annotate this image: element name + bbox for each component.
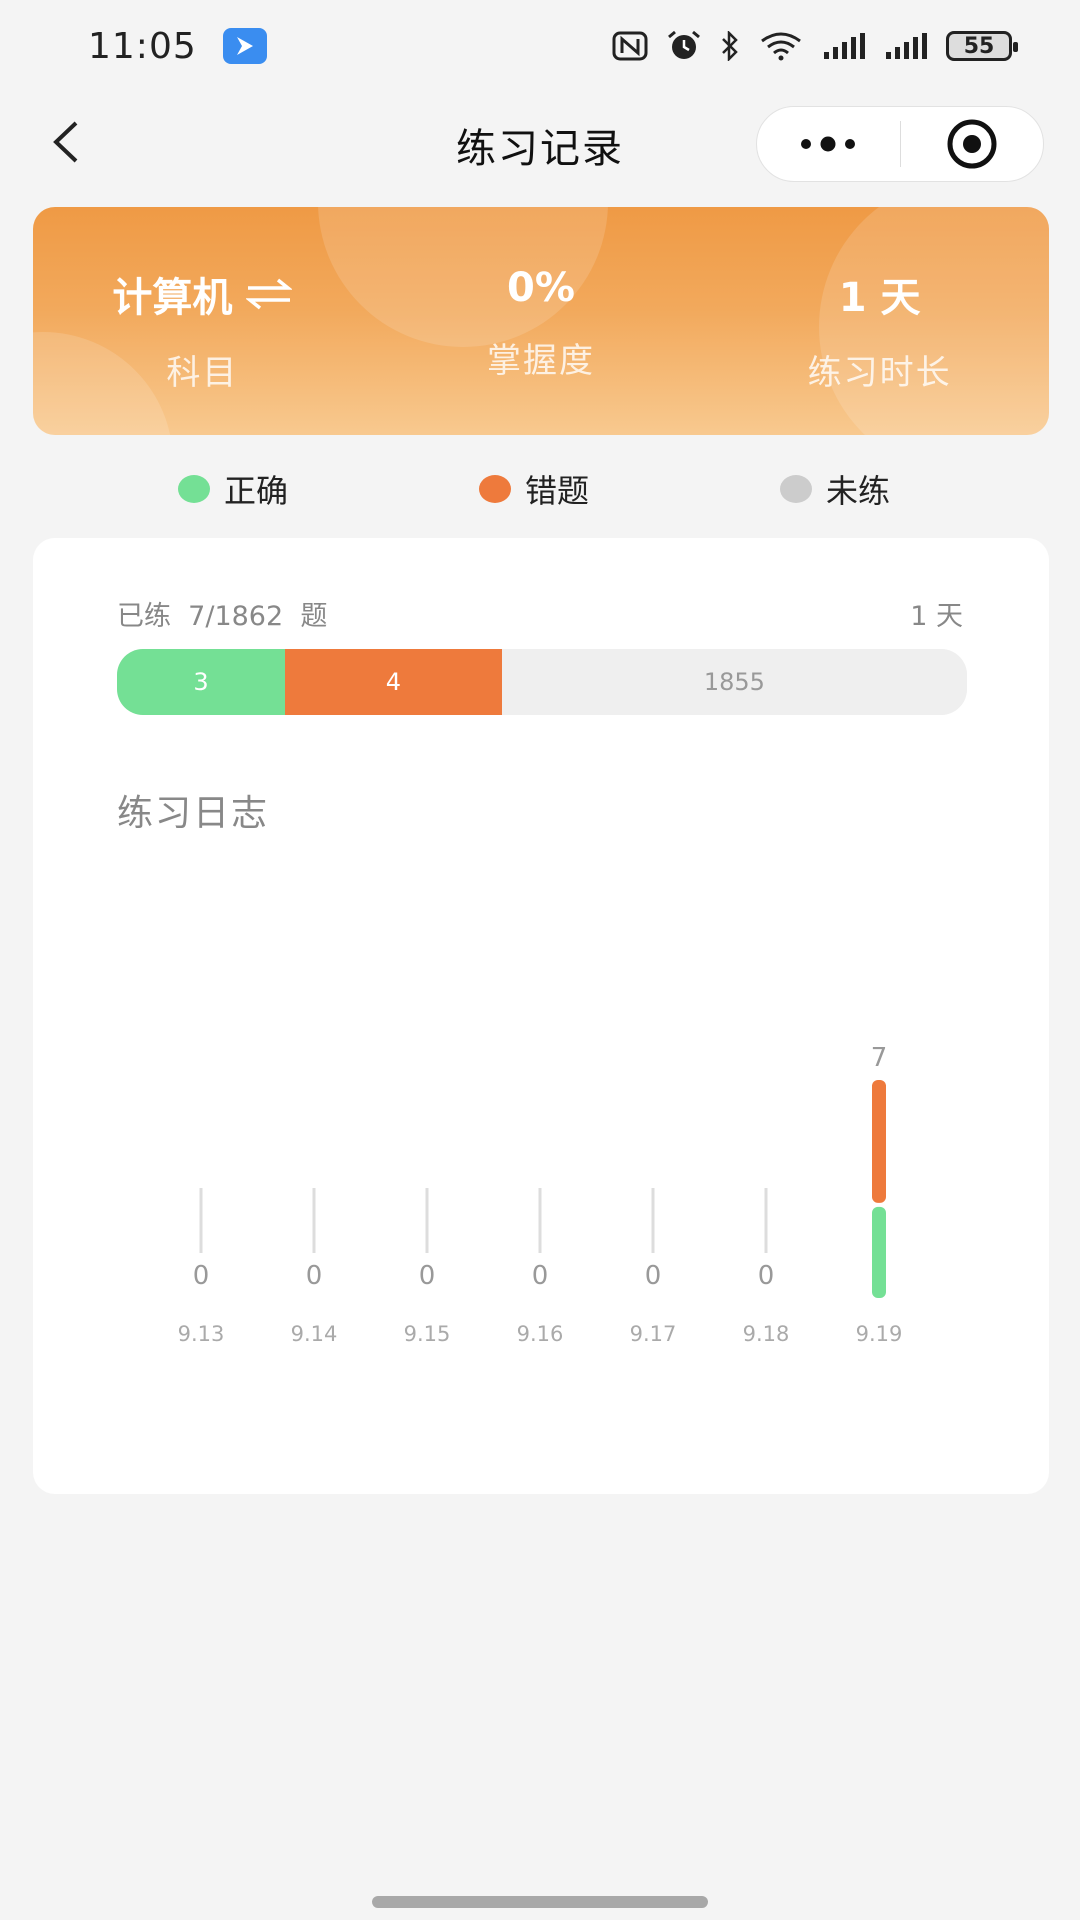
subject-label: 科目	[166, 353, 239, 393]
chart-value-label: 0	[758, 1261, 775, 1291]
subject-value: 计算机	[112, 275, 233, 321]
legend-dot-wrong	[479, 475, 511, 503]
status-time: 11:05	[88, 25, 197, 67]
chart-value-label: 0	[193, 1261, 210, 1291]
legend-wrong: 错题	[479, 466, 589, 512]
legend-label-wrong: 错题	[525, 472, 590, 510]
battery-icon: 55	[946, 31, 1018, 61]
swap-arrows-icon[interactable]	[246, 277, 293, 311]
legend-dot-correct	[178, 475, 210, 503]
more-dots-icon	[801, 136, 856, 152]
chart-value-label: 0	[645, 1261, 662, 1291]
chart-category-label: 9.19	[856, 1322, 903, 1346]
signal-icon	[884, 32, 928, 60]
bluetooth-icon	[720, 31, 740, 61]
mastery-stat: 0% 掌握度	[372, 207, 711, 435]
page-title: 练习记录	[456, 125, 624, 172]
chart-value-label: 0	[419, 1261, 436, 1291]
nav-bar: 练习记录	[0, 92, 1080, 197]
nfc-icon	[612, 31, 648, 61]
legend-unpracticed: 未练	[780, 466, 890, 512]
chart-category-label: 9.14	[291, 1322, 338, 1346]
duration-value: 1 天	[838, 275, 921, 321]
close-button[interactable]	[901, 107, 1044, 181]
alarm-icon	[666, 30, 702, 62]
chevron-left-icon	[53, 121, 78, 163]
legend: 正确 错题 未练	[0, 462, 1080, 516]
more-button[interactable]	[757, 107, 900, 181]
target-circle-icon	[947, 119, 997, 169]
chart-bar-wrong	[872, 1080, 886, 1203]
app-badge-icon	[222, 28, 267, 64]
chart-bar-correct	[872, 1206, 886, 1298]
chart-category-label: 9.18	[743, 1322, 790, 1346]
subject-value-row: 计算机	[112, 265, 293, 323]
back-button[interactable]	[40, 117, 90, 167]
mini-program-capsule	[756, 106, 1044, 182]
chart-category-label: 9.17	[630, 1322, 677, 1346]
subject-switch[interactable]: 计算机 科目	[33, 207, 372, 435]
legend-dot-unpracticed	[780, 475, 812, 503]
legend-label-correct: 正确	[224, 472, 289, 510]
battery-level: 55	[963, 33, 995, 59]
wifi-icon	[758, 31, 804, 61]
status-icons: 55	[612, 30, 1018, 62]
chart-value-label: 0	[306, 1261, 323, 1291]
chart-category-label: 9.15	[404, 1322, 451, 1346]
mastery-value: 0%	[507, 265, 575, 311]
practice-log-chart: 0 9.13 0 9.14 0 9.15 0 9.16 0 9.17 0 9.18 7 9.19	[178, 1043, 903, 1346]
summary-card: 计算机 科目 0% 掌握度 1 天 练习时长	[33, 207, 1049, 435]
chart-value-label: 0	[532, 1261, 549, 1291]
practice-card: 已练 7/1862 题 1 天 3 4 1855 练习日志 0 9.13 0 9.14…	[33, 538, 1049, 1494]
duration-label: 练习时长	[807, 353, 952, 393]
signal-icon	[822, 32, 866, 60]
status-left: 11:05	[88, 26, 267, 67]
legend-label-unpracticed: 未练	[826, 472, 891, 510]
status-bar: 11:05 55	[0, 0, 1080, 92]
chart-category-label: 9.13	[178, 1322, 225, 1346]
legend-correct: 正确	[178, 466, 288, 512]
mastery-label: 掌握度	[487, 341, 595, 381]
home-indicator[interactable]	[372, 1896, 708, 1908]
chart-category-label: 9.16	[517, 1322, 564, 1346]
duration-stat: 1 天 练习时长	[710, 207, 1049, 435]
chart-value-label: 7	[871, 1043, 888, 1073]
